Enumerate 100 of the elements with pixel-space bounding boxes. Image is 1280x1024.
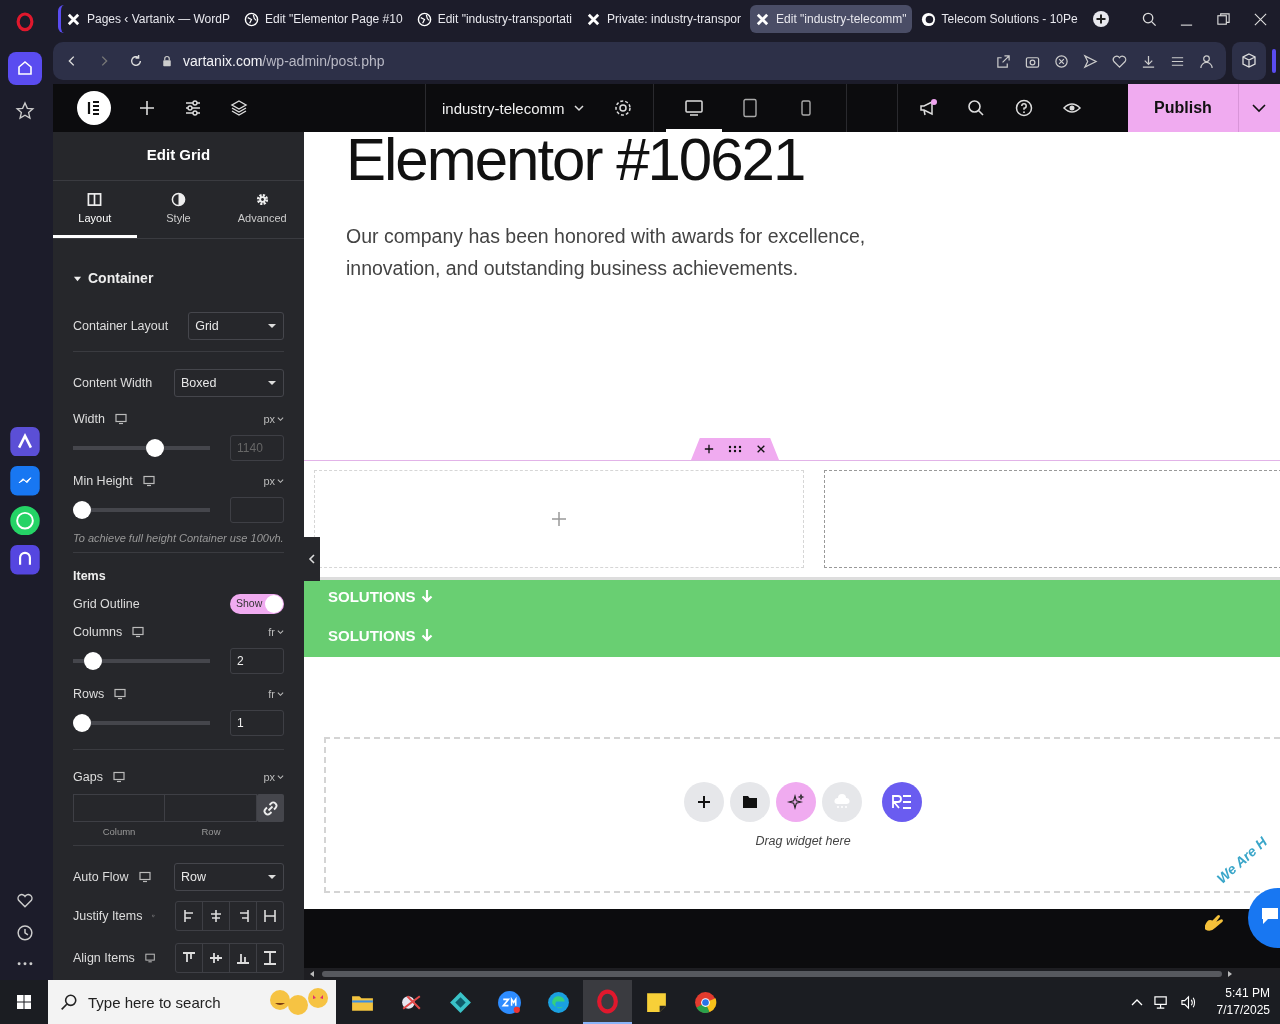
- browser-tab[interactable]: Telecom Solutions - 10Pe: [915, 5, 1083, 33]
- download-icon[interactable]: [1141, 53, 1156, 69]
- caret-icon[interactable]: [267, 874, 277, 880]
- diamond-icon[interactable]: [448, 989, 473, 1015]
- control-label: Content Width: [73, 376, 153, 390]
- page-name-dropdown[interactable]: industry-telecomm: [442, 99, 565, 117]
- url-field[interactable]: vartanix.com/wp-admin/post.php: [183, 53, 385, 69]
- whatsapp-icon[interactable]: [10, 505, 40, 536]
- clock-date[interactable]: 7/17/2025: [1216, 1002, 1270, 1019]
- link-button[interactable]: [257, 794, 284, 822]
- close-icon[interactable]: [756, 444, 766, 454]
- number-field[interactable]: [230, 497, 284, 523]
- sparkle-button[interactable]: [776, 782, 816, 822]
- star-icon[interactable]: [15, 101, 35, 121]
- add-icon[interactable]: [704, 444, 714, 454]
- search-icon[interactable]: [1142, 11, 1157, 27]
- grid-cell[interactable]: [824, 470, 1280, 568]
- add-icon[interactable]: [137, 98, 157, 118]
- toggle-switch[interactable]: Show: [230, 594, 284, 614]
- headphones-icon[interactable]: [10, 545, 40, 575]
- section-toggle[interactable]: Container: [73, 263, 154, 293]
- select-field[interactable]: Grid: [188, 312, 284, 340]
- app-icon[interactable]: [10, 426, 40, 457]
- heart-icon[interactable]: [1112, 53, 1127, 69]
- unit-dropdown[interactable]: px: [263, 475, 275, 487]
- publish-button[interactable]: Publish: [1128, 84, 1238, 132]
- messenger-icon[interactable]: [10, 466, 40, 496]
- network-icon[interactable]: [1152, 994, 1170, 1010]
- settings-icon[interactable]: [612, 98, 633, 118]
- new-tab-button[interactable]: [1092, 11, 1109, 27]
- sliders-icon[interactable]: [183, 98, 203, 118]
- share-icon[interactable]: [996, 53, 1011, 69]
- add-section-button[interactable]: [684, 782, 724, 822]
- gear-icon[interactable]: [254, 192, 270, 207]
- chevron-icon[interactable]: [277, 416, 284, 422]
- number-field[interactable]: 1: [230, 710, 284, 736]
- unit-dropdown[interactable]: fr: [268, 626, 275, 638]
- drag-handle-icon[interactable]: [728, 444, 742, 454]
- contrast-icon[interactable]: [171, 192, 186, 207]
- scroll-right-icon[interactable]: [1226, 970, 1234, 978]
- folder-button[interactable]: [730, 782, 770, 822]
- chevron-icon[interactable]: [277, 774, 284, 780]
- layers-icon[interactable]: [229, 98, 249, 118]
- taskbar-search-field[interactable]: Type here to search: [48, 980, 336, 1024]
- browser-tab[interactable]: Edit "industry-transportati: [411, 5, 577, 33]
- send-icon[interactable]: [1083, 53, 1098, 69]
- chevron-icon[interactable]: [572, 102, 585, 114]
- unit-dropdown[interactable]: px: [263, 413, 275, 425]
- elementor-logo[interactable]: [77, 91, 111, 125]
- browser-tab[interactable]: Edit "Elementor Page #10: [238, 5, 408, 33]
- help-icon[interactable]: [1013, 98, 1034, 118]
- start-icon[interactable]: [16, 994, 32, 1010]
- caret-icon[interactable]: [1130, 998, 1143, 1006]
- video-app-icon[interactable]: [497, 989, 522, 1015]
- unit-dropdown[interactable]: fr: [268, 688, 275, 700]
- browser-tab[interactable]: Edit "industry-telecomm": [750, 5, 912, 33]
- panel-tab[interactable]: Advanced: [220, 181, 304, 238]
- panel-tab[interactable]: Style: [136, 181, 221, 238]
- search-icon[interactable]: [965, 98, 986, 118]
- chevron-icon[interactable]: [277, 691, 284, 697]
- restore-icon[interactable]: [1216, 11, 1231, 27]
- unit-dropdown[interactable]: px: [263, 771, 275, 783]
- slider-handle[interactable]: [73, 714, 91, 732]
- scroll-left-icon[interactable]: [308, 970, 316, 978]
- taskbar-button[interactable]: [583, 980, 632, 1024]
- chrome-icon[interactable]: [693, 989, 718, 1015]
- number-field[interactable]: 1140: [230, 435, 284, 461]
- panel-tab[interactable]: Layout: [53, 181, 137, 238]
- clock-time[interactable]: 5:41 PM: [1225, 985, 1270, 1002]
- subheading: Items: [73, 569, 106, 583]
- opera-logo[interactable]: [15, 12, 35, 32]
- clock-icon[interactable]: [15, 922, 35, 943]
- cube-icon[interactable]: [1232, 42, 1266, 80]
- plugin-button[interactable]: [882, 782, 922, 822]
- select-field[interactable]: Boxed: [174, 369, 284, 397]
- block-icon[interactable]: [1054, 53, 1069, 69]
- collapse-panel-button[interactable]: [304, 537, 320, 581]
- reload-icon[interactable]: [129, 54, 143, 68]
- slider-handle[interactable]: [146, 439, 165, 457]
- lock-icon: [161, 55, 173, 67]
- gap-field[interactable]: [73, 794, 165, 822]
- number-field[interactable]: 2: [230, 648, 284, 674]
- browser-icon[interactable]: [546, 989, 571, 1015]
- chevron-icon[interactable]: [277, 478, 284, 484]
- browser-tab[interactable]: Pages ‹ Vartanix — WordP: [58, 5, 235, 33]
- caret-icon[interactable]: [267, 323, 277, 329]
- globe-icon: [243, 11, 259, 27]
- slider-handle[interactable]: [73, 501, 91, 519]
- profile-icon[interactable]: [1199, 53, 1214, 69]
- megaphone-icon[interactable]: [917, 98, 938, 118]
- slider-handle[interactable]: [84, 652, 103, 670]
- home-button[interactable]: [8, 51, 42, 85]
- caret-icon[interactable]: [267, 380, 277, 386]
- chevron-icon[interactable]: [277, 629, 284, 635]
- site-logo-icon: [920, 11, 936, 27]
- volume-icon[interactable]: [1179, 994, 1197, 1010]
- select-field[interactable]: Row: [174, 863, 284, 891]
- search-icon[interactable]: [60, 993, 78, 1011]
- browser-tab[interactable]: Private: industry-transpor: [580, 5, 747, 33]
- columns-icon[interactable]: [87, 192, 103, 207]
